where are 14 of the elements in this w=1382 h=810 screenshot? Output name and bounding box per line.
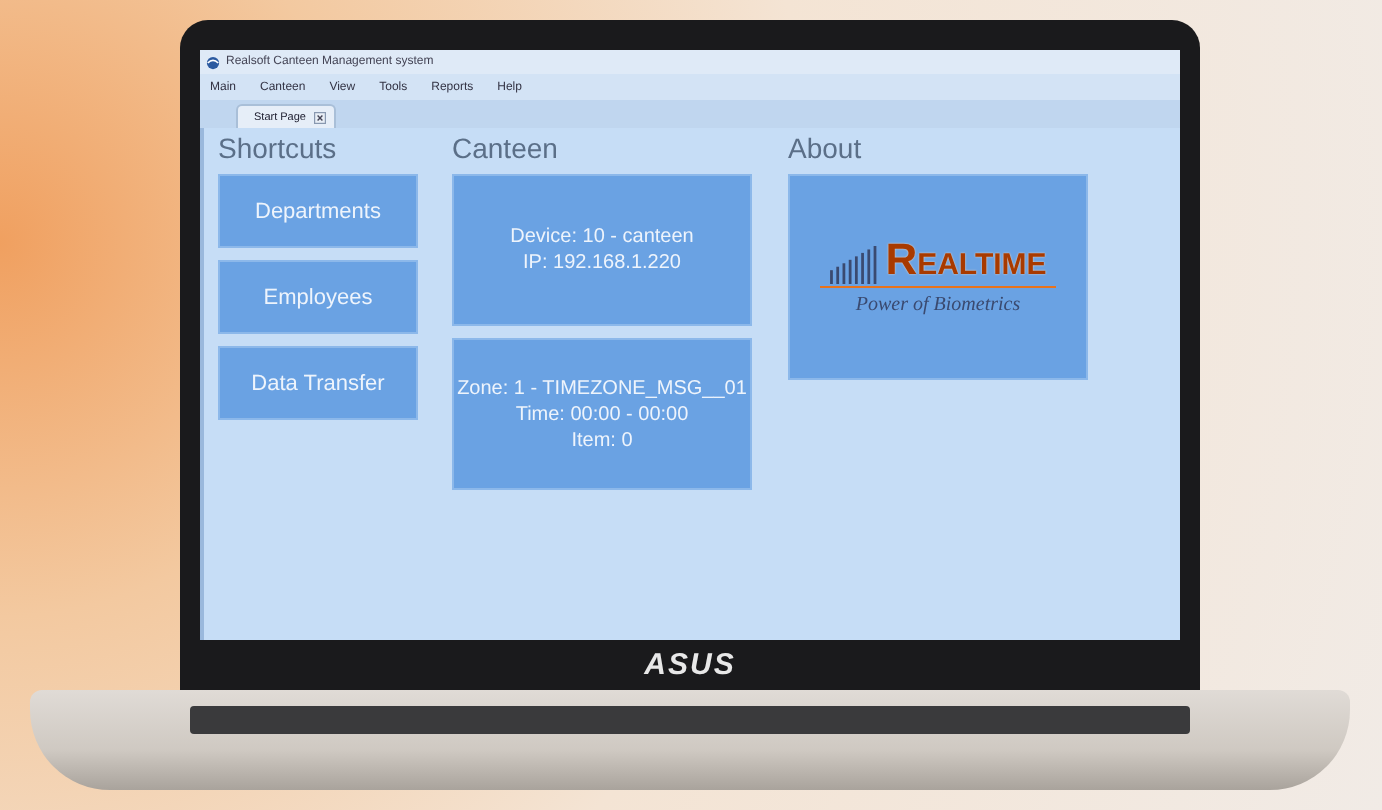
section-heading: Canteen (452, 132, 560, 166)
logo-name: REALTIME (885, 239, 1047, 283)
info-text: Zone: 1 - TIMEZONE_MSG__01 (457, 377, 747, 399)
info-text: Item: 0 (571, 429, 633, 451)
laptop-brand: ASUS (642, 646, 738, 686)
section-heading: About (788, 132, 864, 166)
info-text: Time: 00:00 - 00:00 (515, 403, 689, 425)
signal-bars-icon (829, 245, 882, 283)
section-heading: Shortcuts (218, 132, 339, 166)
app-icon (206, 55, 220, 69)
logo-tagline: Power of Biometrics (855, 293, 1021, 315)
info-text: IP: 192.168.1.220 (523, 252, 681, 274)
close-icon[interactable] (314, 111, 326, 123)
info-text: Device: 10 - canteen (510, 226, 694, 248)
